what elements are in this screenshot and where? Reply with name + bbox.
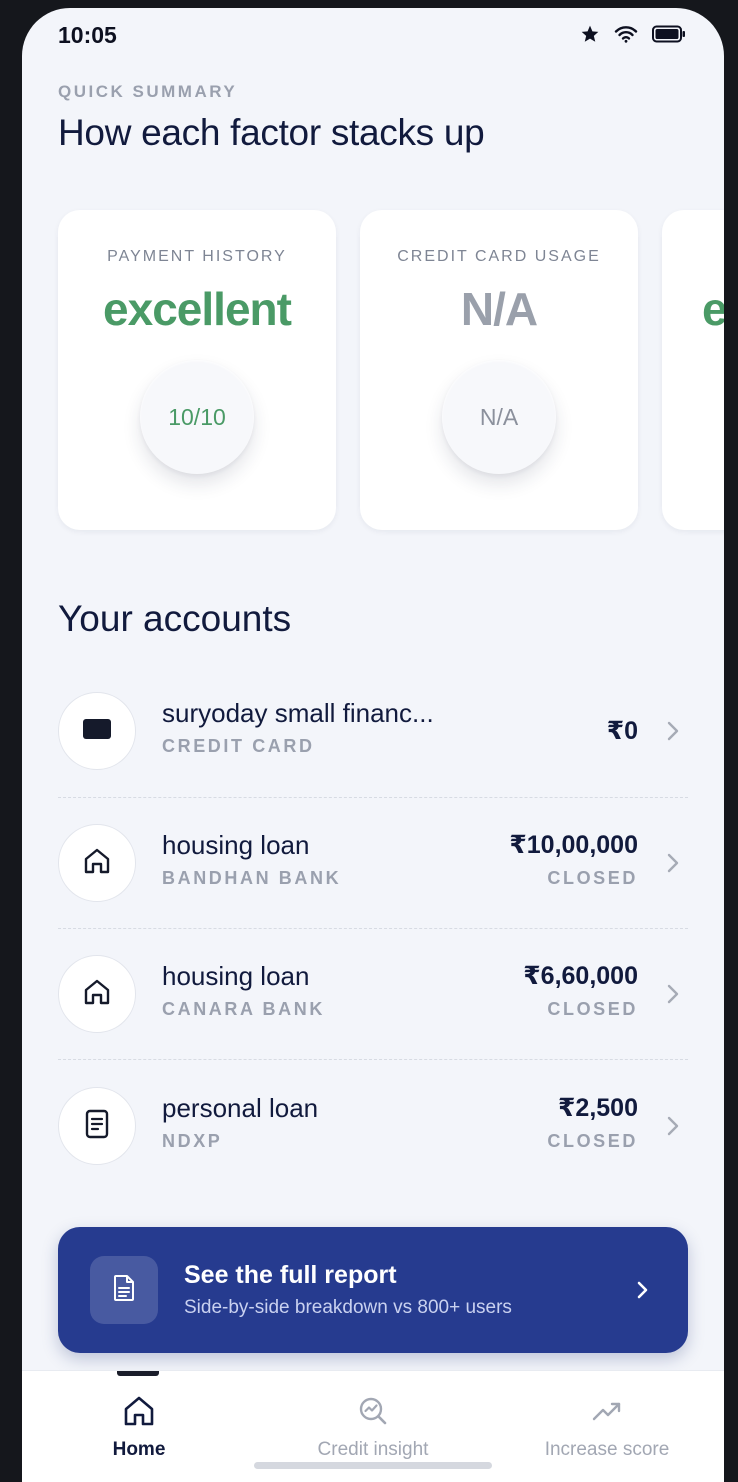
chevron-right-icon: [658, 1111, 688, 1141]
factor-card-payment-history[interactable]: PAYMENT HISTORY excellent 10/10: [58, 210, 336, 530]
account-row[interactable]: housing loan BANDHAN BANK ₹10,00,000 CLO…: [58, 808, 688, 918]
account-row[interactable]: suryoday small financ... CREDIT CARD ₹0: [58, 676, 688, 786]
factor-card-label: PAYMENT HISTORY: [107, 248, 287, 265]
account-amount: ₹10,00,000: [509, 831, 638, 859]
account-status: CLOSED: [547, 999, 638, 1019]
summary-title: How each factor stacks up: [58, 112, 485, 153]
factor-score-dial: N/A: [442, 360, 556, 474]
factor-card-credit-card-usage[interactable]: CREDIT CARD USAGE N/A N/A: [360, 210, 638, 530]
account-name: suryoday small financ...: [162, 698, 434, 728]
account-amount: ₹0: [606, 717, 638, 745]
account-status: CLOSED: [547, 868, 638, 888]
account-name: housing loan: [162, 961, 310, 991]
account-row[interactable]: housing loan CANARA BANK ₹6,60,000 CLOSE…: [58, 939, 688, 1049]
account-icon-wrap: [58, 1087, 136, 1165]
account-row[interactable]: personal loan NDXP ₹2,500 CLOSED: [58, 1071, 688, 1181]
report-icon-wrap: [90, 1256, 158, 1324]
account-lender: BANDHAN BANK: [162, 868, 342, 888]
account-icon-wrap: [58, 824, 136, 902]
status-icons: [580, 24, 686, 44]
divider: [58, 928, 688, 929]
account-name: personal loan: [162, 1093, 319, 1123]
account-icon-wrap: [58, 955, 136, 1033]
summary-eyebrow: QUICK SUMMARY: [58, 82, 238, 101]
insight-icon: [256, 1395, 490, 1427]
account-lender: CANARA BANK: [162, 999, 325, 1019]
factor-card-label: CREDIT CARD USAGE: [397, 248, 601, 265]
account-amount: ₹2,500: [558, 1094, 638, 1122]
account-amount: ₹6,60,000: [523, 962, 638, 990]
report-subtitle: Side-by-side breakdown vs 800+ users: [184, 1297, 512, 1318]
chevron-right-icon: [658, 979, 688, 1009]
report-title: See the full report: [184, 1261, 397, 1289]
account-lender: NDXP: [162, 1131, 223, 1151]
factor-card-partial[interactable]: e: [662, 210, 724, 530]
account-name: housing loan: [162, 830, 310, 860]
chevron-right-icon: [658, 848, 688, 878]
battery-icon: [652, 25, 686, 43]
account-icon-wrap: [58, 692, 136, 770]
trending-up-icon: [490, 1395, 724, 1427]
account-type: CREDIT CARD: [162, 736, 315, 756]
house-icon: [82, 847, 112, 880]
status-bar: 10:05: [22, 8, 724, 64]
tab-label: Increase score: [544, 1439, 670, 1460]
home-icon: [22, 1395, 256, 1427]
home-indicator: [254, 1462, 492, 1469]
factor-cards-carousel[interactable]: PAYMENT HISTORY excellent 10/10 CREDIT C…: [58, 210, 724, 530]
chevron-right-icon: [658, 716, 688, 746]
account-status: CLOSED: [547, 1131, 638, 1151]
factor-card-rating: e: [702, 283, 724, 335]
phone-screen: 10:05 QUICK SUMMARY How each factor stac…: [22, 8, 724, 1482]
credit-card-icon: [83, 718, 111, 744]
report-document-icon: [113, 1274, 135, 1307]
chevron-right-icon: [628, 1275, 658, 1305]
factor-score-dial: 10/10: [140, 360, 254, 474]
full-report-button[interactable]: See the full report Side-by-side breakdo…: [58, 1227, 688, 1353]
tab-home[interactable]: Home: [22, 1371, 256, 1482]
star-icon: [580, 24, 600, 44]
tab-label: Home: [112, 1439, 166, 1460]
document-icon: [85, 1109, 109, 1144]
divider: [58, 797, 688, 798]
accounts-title: Your accounts: [58, 598, 292, 639]
divider: [58, 1059, 688, 1060]
tab-increase-score[interactable]: Increase score: [490, 1371, 724, 1482]
factor-card-rating: excellent: [103, 283, 292, 335]
factor-card-rating: N/A: [460, 283, 538, 335]
tab-label: Credit insight: [317, 1439, 429, 1460]
wifi-icon: [614, 25, 638, 43]
status-time: 10:05: [58, 22, 117, 48]
house-icon: [82, 978, 112, 1011]
